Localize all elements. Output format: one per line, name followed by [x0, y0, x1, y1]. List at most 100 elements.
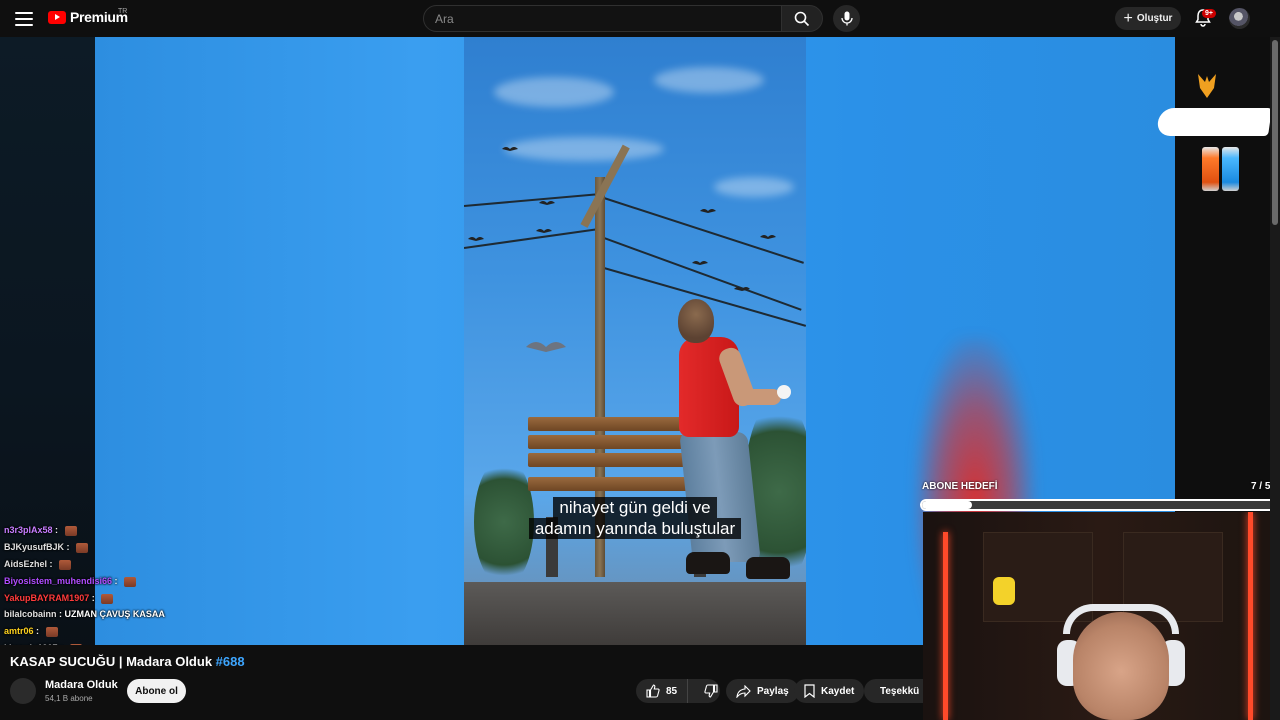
- cloud: [494, 77, 614, 107]
- search-icon: [794, 11, 810, 26]
- fox-logo-icon: [1198, 74, 1216, 98]
- account-avatar[interactable]: [1229, 8, 1250, 29]
- channel-avatar[interactable]: [10, 678, 36, 704]
- bird: [692, 261, 708, 265]
- scrollbar-thumb[interactable]: [1272, 40, 1278, 225]
- save-label: Kaydet: [821, 685, 855, 697]
- character-arm: [739, 389, 781, 405]
- chat-username[interactable]: n3r3plAx58: [4, 525, 53, 535]
- chat-username[interactable]: bilalcobainn: [4, 609, 57, 619]
- voice-search-button[interactable]: [833, 5, 860, 32]
- logo-country-code: TR: [118, 8, 128, 15]
- chat-message: n3r3plAx58 :: [4, 525, 77, 536]
- bird: [536, 229, 552, 233]
- chat-message: amtr06 :: [4, 626, 58, 637]
- chat-username[interactable]: amtr06: [4, 626, 34, 636]
- bird: [526, 342, 566, 352]
- chat-separator: :: [47, 559, 56, 569]
- menu-button[interactable]: [12, 7, 36, 31]
- power-line: [464, 227, 603, 249]
- chat-separator: :: [33, 626, 42, 636]
- thanks-button[interactable]: $ Teşekkü: [864, 679, 923, 703]
- character-boot: [746, 557, 790, 579]
- chat-text: UZMAN ÇAVUŞ KASAA: [64, 609, 165, 619]
- like-dislike-group: 85: [636, 679, 720, 703]
- cloud: [504, 137, 664, 161]
- subscriber-goal-widget: ABONE HEDEFİ 7 / 50: [920, 480, 1280, 512]
- thanks-label: Teşekkü: [880, 685, 920, 697]
- character-boot: [686, 552, 730, 574]
- video-content: nihayet gün geldi ve adamın yanında bulu…: [464, 37, 806, 645]
- chat-separator: :: [64, 542, 73, 552]
- power-line: [464, 192, 604, 207]
- share-icon: [736, 684, 751, 698]
- subtitle-line: adamın yanında buluştular: [528, 518, 742, 539]
- search-button[interactable]: [781, 5, 823, 32]
- subscriber-goal-label: ABONE HEDEFİ: [922, 481, 998, 492]
- bird: [502, 147, 518, 151]
- plus-icon: +: [1123, 9, 1133, 27]
- search-input[interactable]: Ara: [423, 5, 782, 32]
- channel-subscriber-count: 54,1 B abone: [45, 694, 93, 703]
- subtitle-line: nihayet gün geldi ve: [553, 497, 717, 518]
- chat-separator: :: [89, 593, 98, 603]
- bookmark-icon: [804, 684, 815, 698]
- chat-emote-icon: [59, 559, 72, 570]
- notification-badge: 9+: [1202, 9, 1216, 18]
- drink-can-image: [1202, 147, 1219, 191]
- chat-emote-icon: [101, 593, 114, 604]
- bird: [760, 235, 776, 239]
- video-subtitles: nihayet gün geldi ve adamın yanında bulu…: [464, 497, 806, 539]
- chat-emote-icon: [124, 576, 137, 587]
- channel-name[interactable]: Madara Olduk: [45, 679, 118, 691]
- drink-can-image: [1222, 147, 1239, 191]
- thumbs-up-icon: [646, 684, 660, 698]
- chat-message: Biyosistem_muhendisi66 :: [4, 576, 137, 587]
- dislike-button[interactable]: [694, 679, 728, 703]
- video-title: KASAP SUCUĞU | Madara Olduk #688: [10, 654, 245, 669]
- thumbs-down-icon: [704, 684, 718, 698]
- character-head: [678, 299, 714, 343]
- bird: [734, 287, 750, 291]
- streamer-webcam: [923, 512, 1280, 720]
- like-button[interactable]: 85: [636, 679, 689, 703]
- streamer-face: [1073, 612, 1169, 720]
- neon-light: [1248, 512, 1253, 720]
- chat-message: AidsEzhel :: [4, 559, 72, 570]
- create-label: Oluştur: [1136, 13, 1173, 24]
- chat-emote-icon: [76, 542, 89, 553]
- save-button[interactable]: Kaydet: [794, 679, 865, 703]
- youtube-premium-logo[interactable]: Premium TR: [48, 8, 128, 25]
- bird: [539, 201, 555, 205]
- video-hashtag[interactable]: #688: [216, 654, 245, 669]
- chat-emote-icon: [64, 525, 77, 536]
- chat-username[interactable]: BJKyusufBJK: [4, 542, 64, 552]
- subscribe-button[interactable]: Abone ol: [127, 679, 186, 703]
- masthead: Premium TR Ara + Oluştur 9+: [0, 0, 1280, 37]
- cloud: [654, 67, 764, 93]
- ground: [464, 582, 806, 645]
- pikachu-figure: [993, 577, 1015, 605]
- chat-separator: :: [56, 609, 65, 619]
- chat-message: bilalcobainn : UZMAN ÇAVUŞ KASAA: [4, 609, 165, 619]
- subscriber-goal-progress: [920, 499, 1279, 511]
- chat-separator: :: [112, 576, 121, 586]
- chat-message: BJKyusufBJK :: [4, 542, 89, 553]
- microphone-icon: [840, 11, 853, 26]
- video-title-text: KASAP SUCUĞU | Madara Olduk: [10, 654, 213, 669]
- create-button[interactable]: + Oluştur: [1115, 7, 1181, 30]
- chat-message: YakupBAYRAM1907 :: [4, 593, 114, 604]
- overlay-brush-banner: [1156, 108, 1272, 136]
- chat-username[interactable]: YakupBAYRAM1907: [4, 593, 89, 603]
- bird: [468, 237, 484, 241]
- ball: [777, 385, 791, 399]
- chat-username[interactable]: Biyosistem_muhendisi66: [4, 576, 112, 586]
- share-label: Paylaş: [757, 685, 789, 697]
- subscriber-goal-fill: [922, 501, 972, 509]
- chat-emote-icon: [45, 626, 58, 637]
- neon-light: [943, 532, 948, 720]
- cloud: [714, 177, 794, 197]
- like-count: 85: [666, 685, 678, 697]
- share-button[interactable]: Paylaş: [726, 679, 799, 703]
- chat-username[interactable]: AidsEzhel: [4, 559, 47, 569]
